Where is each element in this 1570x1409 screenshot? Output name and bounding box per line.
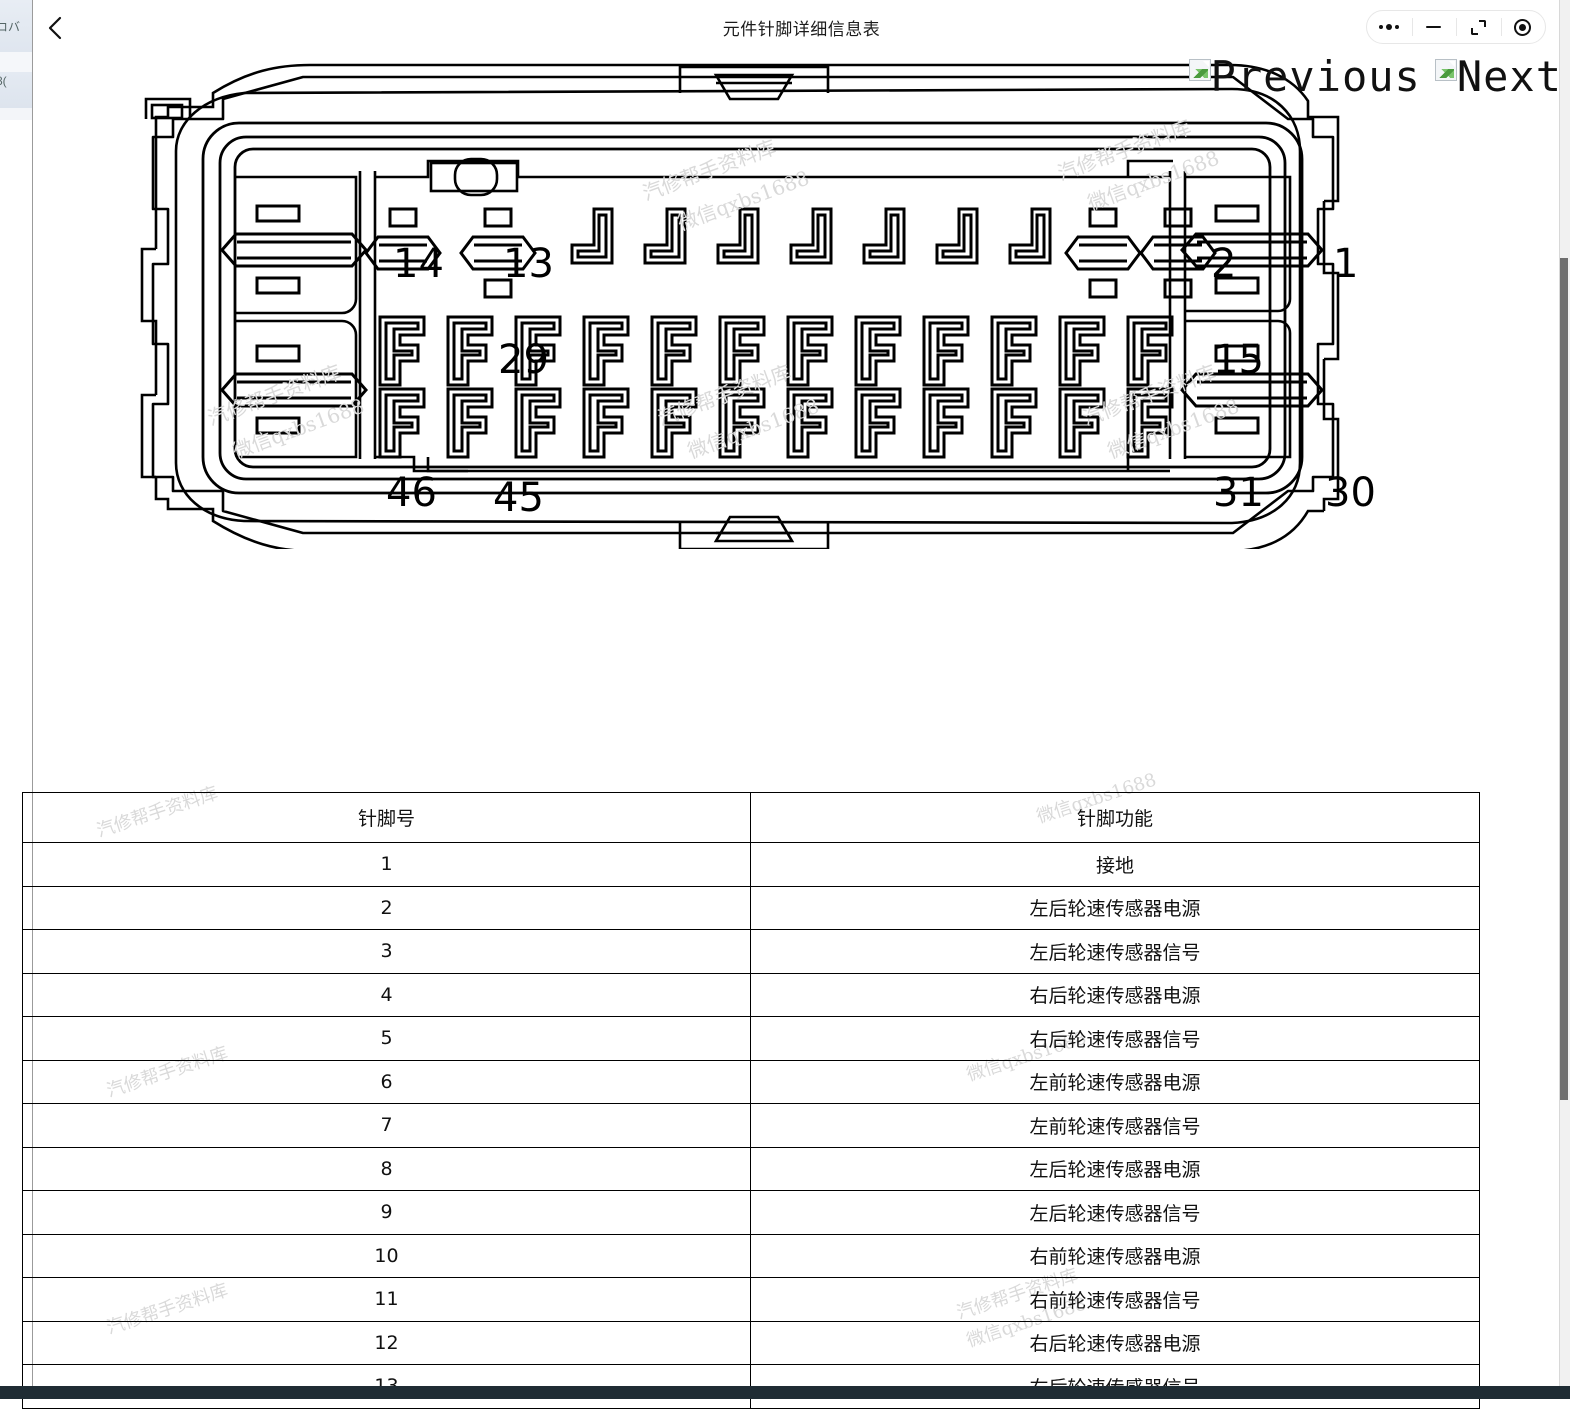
bg-window-text-1: コバ xyxy=(0,20,21,34)
cell-pin-function: 左后轮速传感器信号 xyxy=(750,1190,1480,1235)
table-row: 11 右前轮速传感器信号 xyxy=(22,1277,1480,1322)
cell-pin-number: 11 xyxy=(22,1277,751,1322)
pin-function-table: 针脚号 针脚功能 1 接地 2 左后轮速传感器电源 3 左后轮速传感器信号 4 右后轮速传感器… xyxy=(22,792,1480,1409)
cell-pin-function: 接地 xyxy=(750,842,1480,887)
cell-pin-number: 1 xyxy=(22,842,751,887)
broken-image-icon xyxy=(1434,59,1457,81)
column-header-pin-function: 针脚功能 xyxy=(750,792,1480,843)
cell-pin-number: 12 xyxy=(22,1320,751,1365)
table-row: 2 左后轮速传感器电源 xyxy=(22,885,1480,930)
cell-pin-number: 5 xyxy=(22,1016,751,1061)
column-header-pin-number: 针脚号 xyxy=(22,792,751,843)
cell-pin-number: 10 xyxy=(22,1233,751,1278)
table-row: 7 左前轮速传感器信号 xyxy=(22,1103,1480,1148)
minus-icon xyxy=(1426,25,1442,29)
pin-number-13: 13 xyxy=(503,241,554,287)
cell-pin-number: 6 xyxy=(22,1059,751,1104)
cell-pin-function: 左后轮速传感器电源 xyxy=(750,885,1480,930)
previous-link[interactable]: Previous xyxy=(1188,52,1421,101)
table-row: 3 左后轮速传感器信号 xyxy=(22,929,1480,974)
pager-nav: Previous Next xyxy=(1188,52,1562,101)
cell-pin-function: 右后轮速传感器电源 xyxy=(750,972,1480,1017)
more-options-button[interactable] xyxy=(1367,10,1412,44)
pin-number-46: 46 xyxy=(386,470,437,516)
pin-number-45: 45 xyxy=(493,475,544,521)
cell-pin-function: 右前轮速传感器电源 xyxy=(750,1233,1480,1278)
pin-number-2: 2 xyxy=(1211,241,1237,287)
table-row: 8 左后轮速传感器电源 xyxy=(22,1146,1480,1191)
cell-pin-number: 2 xyxy=(22,885,751,930)
target-close-icon xyxy=(1514,18,1532,36)
table-row: 6 左前轮速传感器电源 xyxy=(22,1059,1480,1104)
expand-icon xyxy=(1470,19,1486,35)
cell-pin-function: 左后轮速传感器信号 xyxy=(750,929,1480,974)
connector-diagram-area: 14 13 2 1 29 15 46 45 31 30 汽修帮手资料库 微信qxbs1688 汽修帮手… xyxy=(33,54,1570,754)
pin-number-14: 14 xyxy=(393,241,444,287)
previous-label: Previous xyxy=(1210,52,1421,101)
broken-image-icon xyxy=(1188,59,1211,81)
bg-window-text-2: 8( xyxy=(0,74,7,88)
table-header-row: 针脚号 针脚功能 xyxy=(22,792,1480,843)
cell-pin-number: 8 xyxy=(22,1146,751,1191)
title-bar: 元件针脚详细信息表 xyxy=(33,0,1570,54)
table-row: 1 接地 xyxy=(22,842,1480,887)
next-link[interactable]: Next xyxy=(1434,52,1562,101)
ellipsis-icon xyxy=(1379,24,1400,30)
cell-pin-number: 3 xyxy=(22,929,751,974)
cell-pin-number: 9 xyxy=(22,1190,751,1235)
page-title: 元件针脚详细信息表 xyxy=(722,19,881,40)
cell-pin-function: 右后轮速传感器信号 xyxy=(750,1016,1480,1061)
table-row: 10 右前轮速传感器电源 xyxy=(22,1233,1480,1278)
table-row: 5 右后轮速传感器信号 xyxy=(22,1016,1480,1061)
pin-number-29: 29 xyxy=(498,337,549,383)
table-row: 4 右后轮速传感器电源 xyxy=(22,972,1480,1017)
close-button[interactable] xyxy=(1500,10,1546,44)
window-controls xyxy=(1366,10,1546,44)
app-window: 元件针脚详细信息表 Previous Next 14 13 2 1 29 15 … xyxy=(22,0,1570,1409)
cell-pin-function: 左后轮速传感器电源 xyxy=(750,1146,1480,1191)
pin-number-31: 31 xyxy=(1213,470,1264,516)
cell-pin-function: 左前轮速传感器信号 xyxy=(750,1103,1480,1148)
pin-number-15: 15 xyxy=(1213,337,1264,383)
bg-window-strip-1 xyxy=(0,52,32,72)
table-row: 9 左后轮速传感器信号 xyxy=(22,1190,1480,1235)
connector-diagram-image: 14 13 2 1 29 15 46 45 31 30 汽修帮手资料库 微信qxbs1688 汽修帮手… xyxy=(128,59,1418,554)
cell-pin-function: 右前轮速传感器信号 xyxy=(750,1277,1480,1322)
cell-pin-function: 右后轮速传感器电源 xyxy=(750,1320,1480,1365)
next-label: Next xyxy=(1456,52,1562,101)
vertical-scrollbar-thumb[interactable] xyxy=(1560,258,1568,1100)
pin-number-30: 30 xyxy=(1325,470,1376,516)
cell-pin-number: 7 xyxy=(22,1103,751,1148)
bottom-dock-strip xyxy=(0,1386,1570,1399)
cell-pin-function: 左前轮速传感器电源 xyxy=(750,1059,1480,1104)
fullscreen-button[interactable] xyxy=(1456,10,1501,44)
table-row: 12 右后轮速传感器电源 xyxy=(22,1320,1480,1365)
pin-number-1: 1 xyxy=(1333,241,1359,287)
vertical-scrollbar-track[interactable] xyxy=(1559,0,1570,1399)
minimize-button[interactable] xyxy=(1411,10,1457,44)
cell-pin-number: 4 xyxy=(22,972,751,1017)
bg-window-strip-3 xyxy=(0,108,32,120)
